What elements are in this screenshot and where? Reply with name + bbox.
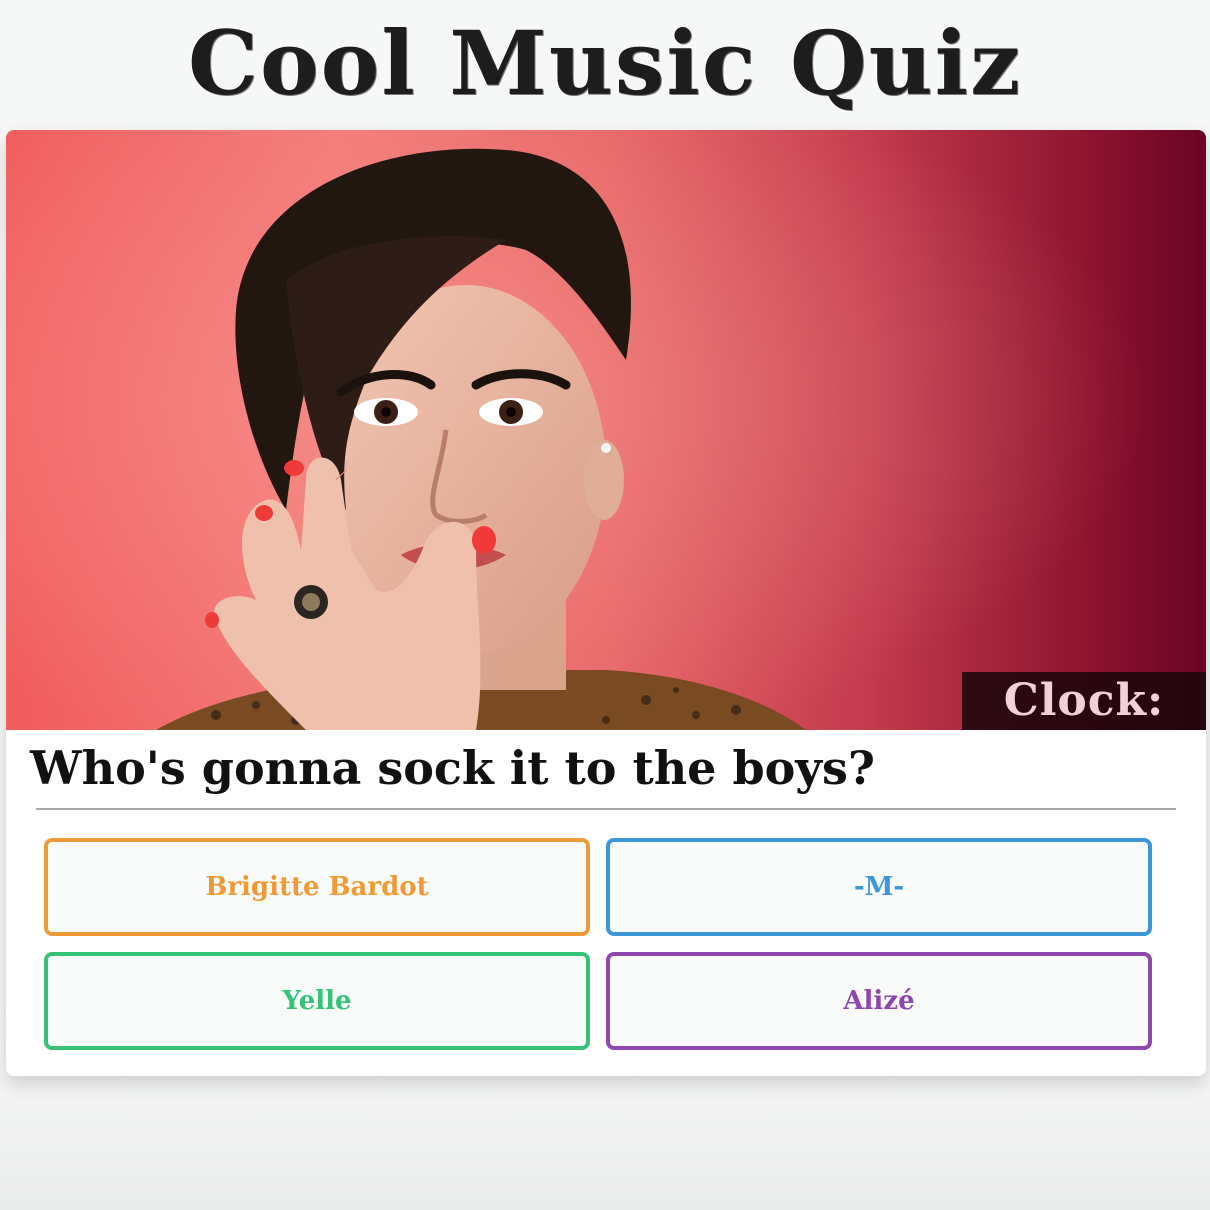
- portrait-illustration: [6, 130, 1206, 730]
- question-divider: [36, 808, 1176, 810]
- answer-button-m[interactable]: -M-: [606, 838, 1152, 936]
- clock-timer: Clock: 10s: [962, 672, 1206, 730]
- answer-button-yelle[interactable]: Yelle: [44, 952, 590, 1050]
- question-text: Who's gonna sock it to the boys?: [30, 741, 875, 795]
- question-photo: Clock: 10s: [6, 130, 1206, 730]
- answer-button-brigitte-bardot[interactable]: Brigitte Bardot: [44, 838, 590, 936]
- quiz-card: Clock: 10s Who's gonna sock it to the bo…: [6, 130, 1206, 1076]
- page-title: Cool Music Quiz: [187, 11, 1023, 115]
- answer-button-alize[interactable]: Alizé: [606, 952, 1152, 1050]
